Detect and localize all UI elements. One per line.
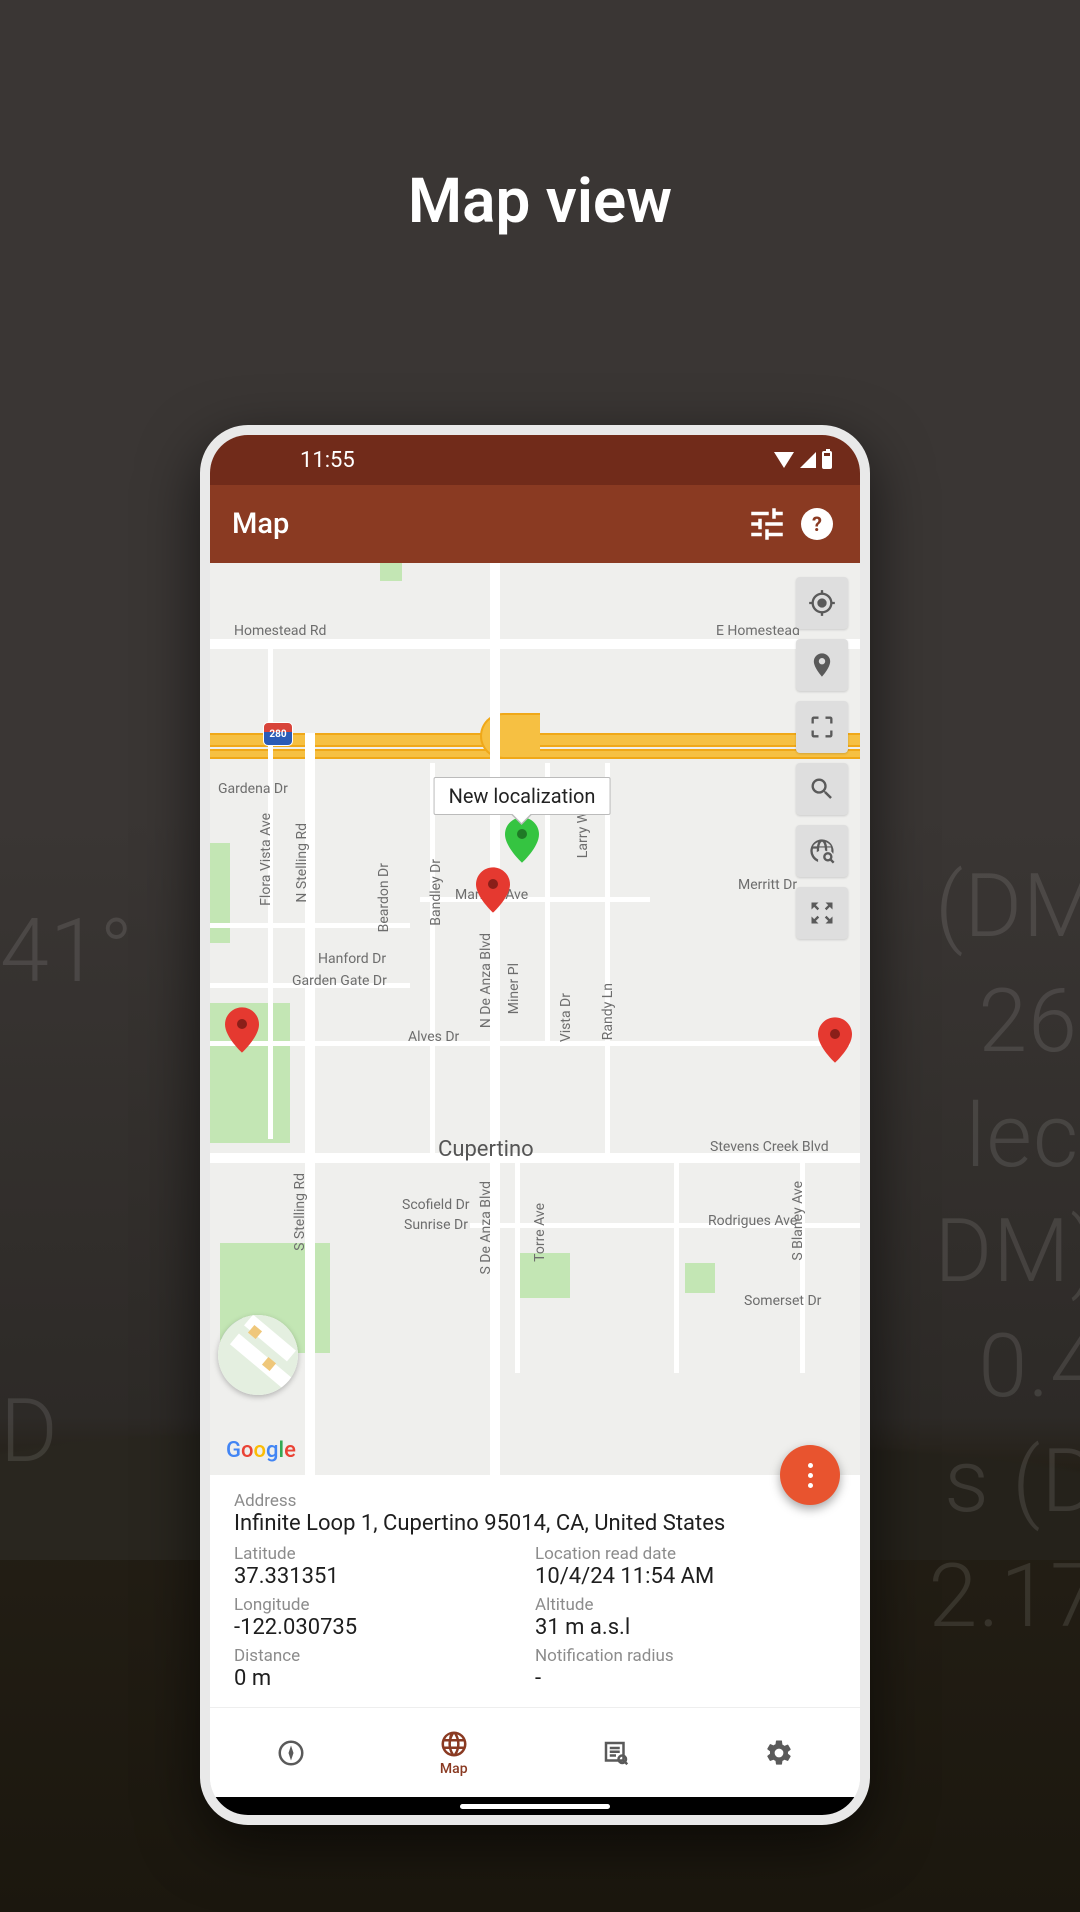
bg-decor-text: DM) — [934, 1200, 1080, 1303]
street-label: Gardena Dr — [218, 781, 288, 797]
map-pin-red[interactable] — [225, 1007, 259, 1053]
info-label-radius: Notification radius — [535, 1646, 836, 1666]
status-time: 11:55 — [300, 448, 355, 473]
fab-more[interactable] — [780, 1445, 840, 1505]
help-icon: ? — [801, 508, 833, 540]
info-value-latitude: 37.331351 — [234, 1564, 535, 1589]
battery-icon — [822, 451, 832, 469]
status-bar: 11:55 — [210, 435, 860, 485]
street-label: Scofield Dr — [402, 1197, 470, 1213]
map-canvas[interactable]: 280 Homestead Rd E Homestead Gardena Dr … — [210, 563, 860, 1475]
info-panel: Address Infinite Loop 1, Cupertino 95014… — [210, 1475, 860, 1707]
street-label: Torre Ave — [532, 1203, 548, 1262]
bg-decor-text: 0.4 — [978, 1315, 1080, 1418]
search-button[interactable] — [796, 763, 848, 815]
expand-icon — [808, 899, 836, 927]
phone-frame: 11:55 Map ? — [200, 425, 870, 1825]
tune-icon — [746, 503, 788, 545]
bg-decor-text: leci — [966, 1085, 1080, 1188]
my-location-button[interactable] — [796, 577, 848, 629]
street-label: S De Anza Blvd — [478, 1181, 494, 1274]
app-bar: Map ? — [210, 485, 860, 563]
info-value-altitude: 31 m a.s.l — [535, 1615, 836, 1640]
crosshair-icon — [808, 589, 836, 617]
street-label: Somerset Dr — [744, 1293, 821, 1309]
info-value-address: Infinite Loop 1, Cupertino 95014, CA, Un… — [234, 1511, 836, 1536]
info-label-longitude: Longitude — [234, 1595, 535, 1615]
google-attribution: Google — [226, 1438, 296, 1463]
nav-map[interactable]: Map — [373, 1708, 536, 1797]
info-value-readdate: 10/4/24 11:54 AM — [535, 1564, 836, 1589]
info-value-distance: 0 m — [234, 1666, 535, 1691]
info-label-altitude: Altitude — [535, 1595, 836, 1615]
street-label: Alves Dr — [408, 1029, 459, 1045]
info-label-readdate: Location read date — [535, 1544, 836, 1564]
street-label: E Homestead — [716, 623, 800, 639]
crop-free-icon — [808, 713, 836, 741]
map-pin-red[interactable] — [818, 1017, 852, 1063]
gear-icon — [764, 1738, 794, 1768]
fullscreen-button[interactable] — [796, 887, 848, 939]
appbar-title: Map — [232, 507, 738, 541]
street-label: Vista Dr — [558, 993, 574, 1042]
bg-decor-text: 41° — [0, 900, 134, 1003]
info-label-latitude: Latitude — [234, 1544, 535, 1564]
bottom-nav: Map — [210, 1707, 860, 1797]
screen: 11:55 Map ? — [210, 435, 860, 1815]
tooltip-new-localization[interactable]: New localization — [434, 777, 611, 815]
wifi-icon — [774, 452, 794, 468]
globe-icon — [439, 1729, 469, 1759]
frame-button[interactable] — [796, 701, 848, 753]
street-label: Miner Pl — [506, 963, 522, 1014]
bg-decor-text: (DM — [935, 855, 1080, 958]
street-label: Rodrigues Ave — [708, 1213, 797, 1229]
bg-decor-text: s (D — [944, 1430, 1080, 1533]
info-label-address: Address — [234, 1491, 836, 1511]
bg-decor-text: 2.17 — [929, 1545, 1080, 1648]
street-label: Garden Gate Dr — [292, 973, 387, 989]
hwy-shield-280: 280 — [263, 722, 293, 746]
minimap-badge[interactable] — [218, 1315, 298, 1395]
street-label: Flora Vista Ave — [258, 813, 274, 906]
nav-settings[interactable] — [698, 1708, 861, 1797]
nav-map-label: Map — [440, 1761, 468, 1777]
street-label: S Stelling Rd — [292, 1173, 308, 1251]
street-label: Sunrise Dr — [404, 1217, 468, 1233]
city-label-cupertino: Cupertino — [438, 1137, 534, 1162]
gesture-bar — [210, 1797, 860, 1815]
map-pin-red-selected[interactable] — [476, 867, 510, 913]
info-value-radius: - — [535, 1666, 836, 1691]
street-label: Beardon Dr — [376, 863, 392, 932]
globe-search-button[interactable] — [796, 825, 848, 877]
street-label: N De Anza Blvd — [478, 933, 494, 1028]
info-label-distance: Distance — [234, 1646, 535, 1666]
globe-search-icon — [808, 837, 836, 865]
search-icon — [808, 775, 836, 803]
street-label: Stevens Creek Blvd — [710, 1139, 829, 1155]
street-label: Bandley Dr — [428, 859, 444, 926]
promo-title: Map view — [0, 165, 1080, 238]
nav-list[interactable] — [535, 1708, 698, 1797]
street-label: Randy Ln — [600, 983, 616, 1040]
help-button[interactable]: ? — [796, 503, 838, 545]
street-label: N Stelling Rd — [294, 823, 310, 903]
nav-compass[interactable] — [210, 1708, 373, 1797]
bg-decor-text: 26. — [978, 970, 1080, 1073]
tune-button[interactable] — [746, 503, 788, 545]
bg-decor-text: D — [0, 1380, 59, 1483]
cellular-icon — [800, 452, 816, 468]
list-search-icon — [601, 1738, 631, 1768]
place-icon — [808, 651, 836, 679]
street-label: S Blaney Ave — [790, 1181, 806, 1261]
info-value-longitude: -122.030735 — [234, 1615, 535, 1640]
street-label: Merritt Dr — [738, 877, 797, 893]
street-label: Hanford Dr — [318, 951, 386, 967]
drop-pin-button[interactable] — [796, 639, 848, 691]
compass-icon — [276, 1738, 306, 1768]
street-label: Homestead Rd — [234, 623, 326, 639]
